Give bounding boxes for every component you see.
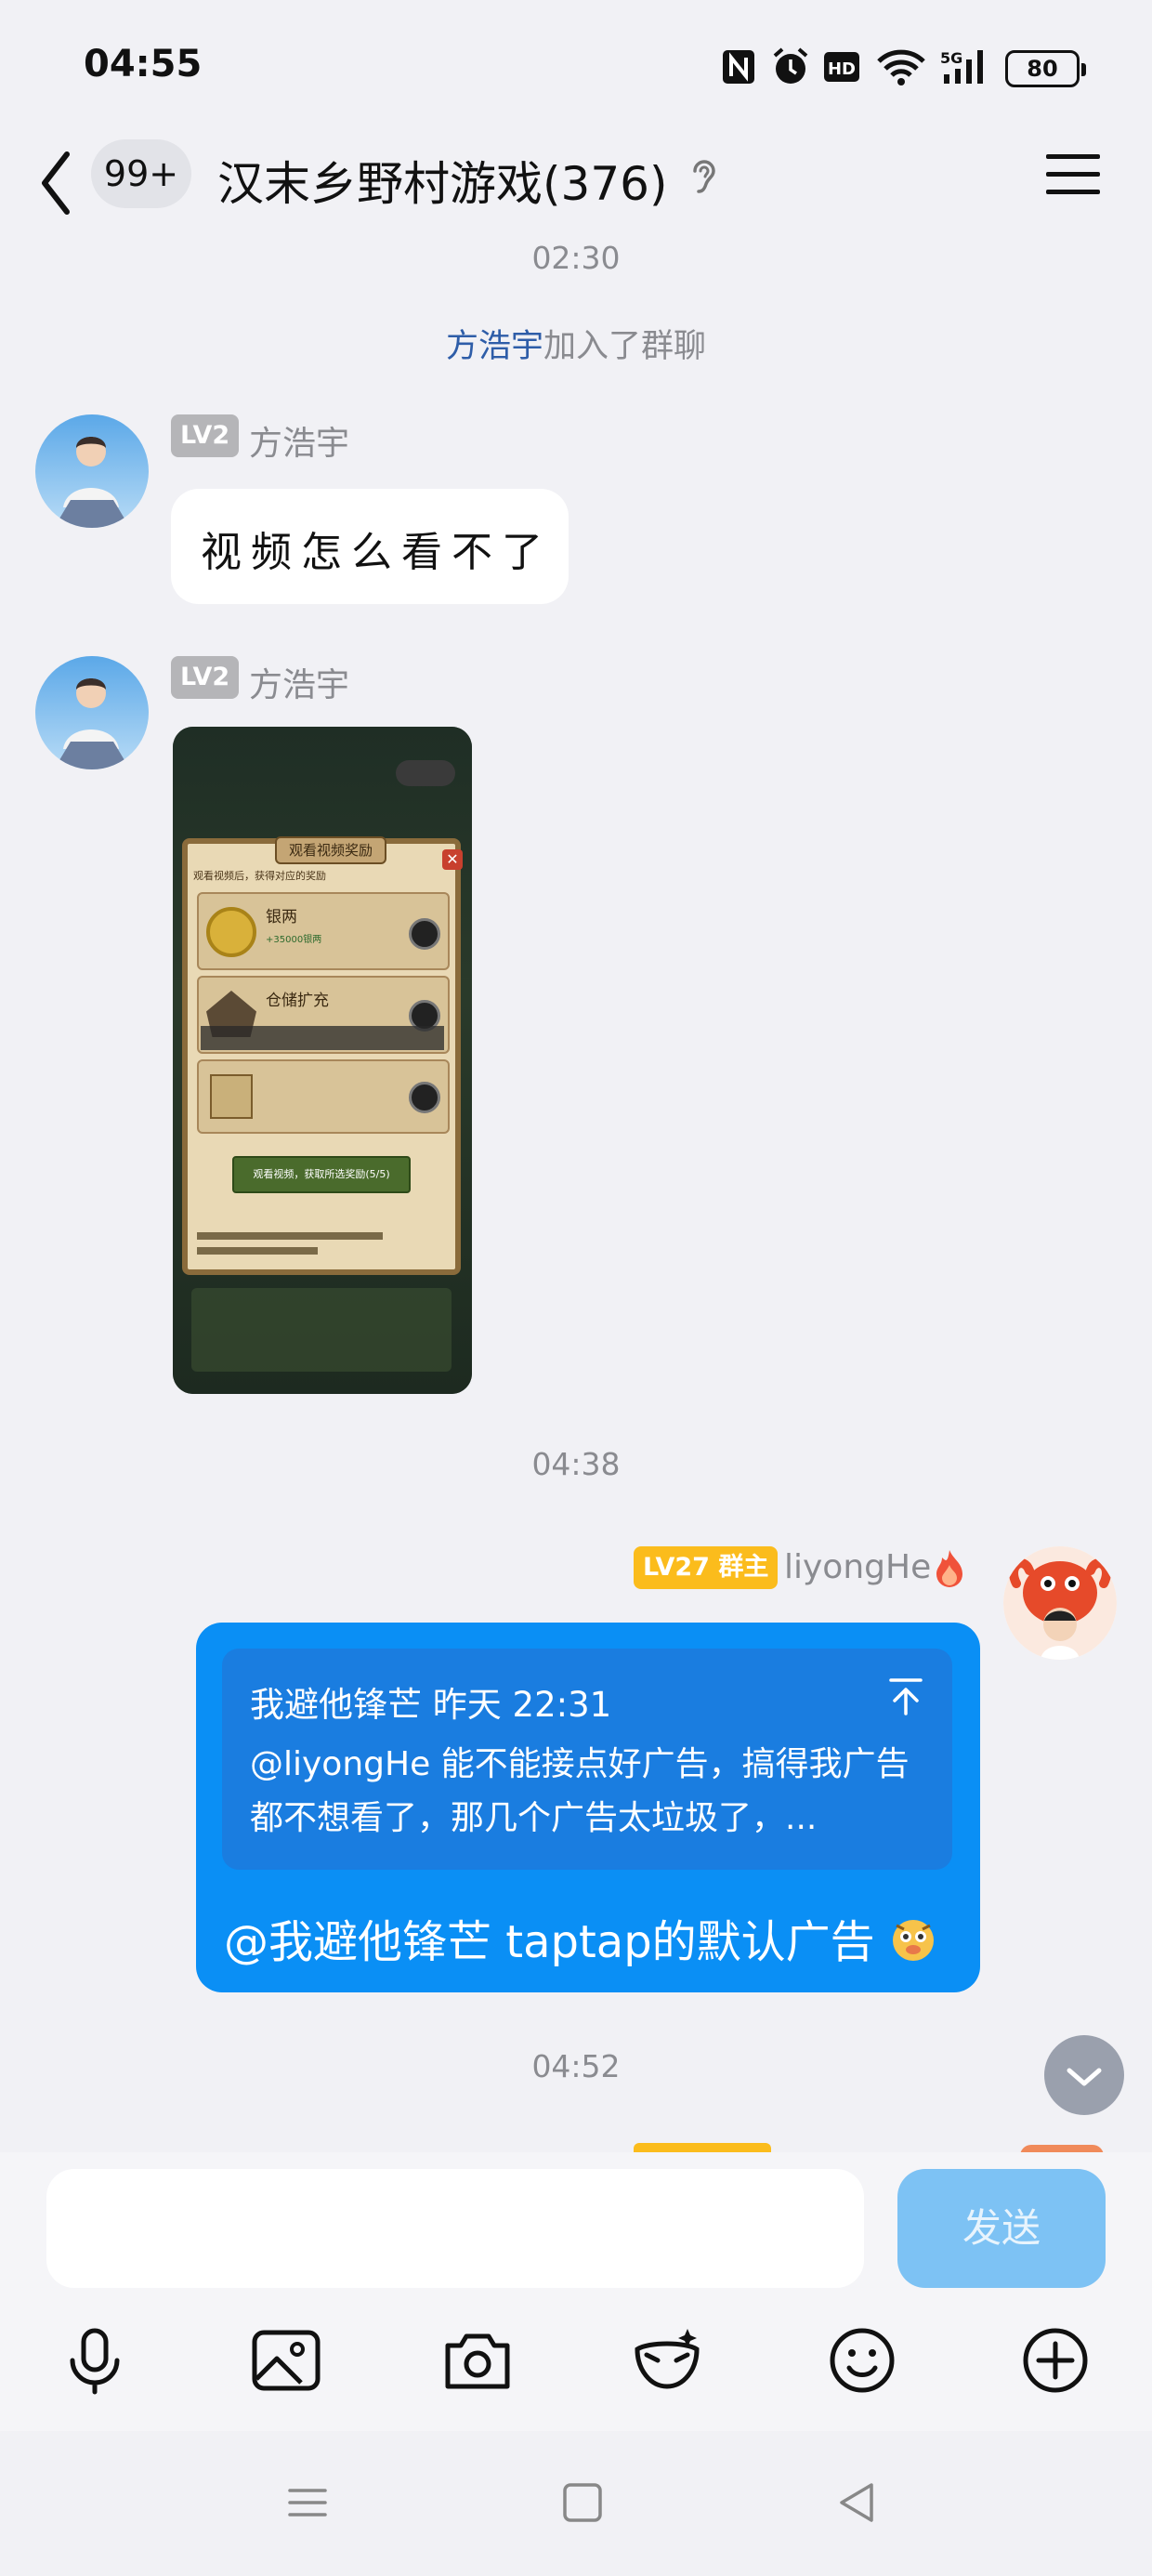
miniapp-capsule: [396, 760, 455, 786]
plus-icon[interactable]: [1018, 2323, 1093, 2398]
quote-header: 我避他锋芒 昨天 22:31: [250, 1676, 611, 1727]
avatar[interactable]: [35, 414, 149, 528]
wifi-icon: [877, 49, 925, 85]
chevron-down-icon: [1067, 2068, 1102, 2086]
fire-icon: [936, 1550, 962, 1587]
battery-indicator: 80: [1005, 50, 1086, 87]
reward-silver-amount: +35000银两: [266, 935, 322, 945]
alarm-icon: [773, 47, 808, 84]
timestamp: 04:52: [531, 2048, 621, 2084]
scroll-icon: [210, 1074, 253, 1119]
quote-text: @liyongHe 能不能接点好广告，搞得我广告都不想看了，那几个广告太垃圾了，…: [250, 1745, 910, 1837]
reply-text: @我避他锋芒 taptap的默认广告: [224, 1916, 875, 1968]
sender-name[interactable]: 方浩宇: [249, 658, 349, 706]
camera-icon[interactable]: [440, 2323, 515, 2398]
send-button[interactable]: 发送: [897, 2169, 1106, 2288]
sender-name[interactable]: 方浩宇: [249, 416, 349, 465]
status-bar: 04:55 HD 5G 80: [0, 0, 1152, 138]
recents-menu-icon[interactable]: [284, 2479, 331, 2526]
message-input[interactable]: [46, 2169, 864, 2288]
ear-mode-icon[interactable]: [686, 156, 723, 197]
game-bottom-bar: [191, 1288, 452, 1372]
back-nav-icon[interactable]: [834, 2479, 881, 2526]
game-toast: [201, 1026, 444, 1050]
emoji-icon[interactable]: [825, 2323, 899, 2398]
emoji-face-icon: [892, 1920, 934, 1961]
jump-to-quote-icon[interactable]: [887, 1676, 924, 1717]
hd-icon: HD: [824, 52, 859, 82]
message-text: @我避他锋芒 taptap的默认广告: [224, 1905, 937, 1970]
image-message[interactable]: 观看视频奖励 ✕ 观看视频后，获得对应的奖励 银两 +35000银两 仓储扩充 …: [173, 727, 472, 1394]
group-title[interactable]: 汉末乡野村游戏(376): [217, 147, 667, 214]
game-dialog: 观看视频奖励 ✕ 观看视频后，获得对应的奖励 银两 +35000银两 仓储扩充 …: [182, 836, 463, 1275]
reward-storage-label: 仓储扩充: [266, 992, 329, 1010]
back-icon[interactable]: [35, 141, 82, 225]
timestamp: 02:30: [531, 240, 621, 276]
join-notice-text: 加入了群聊: [543, 328, 707, 365]
quote-time: 昨天 22:31: [432, 1685, 612, 1725]
nfc-icon: [723, 50, 754, 84]
owner-level-badge: LV27 群主: [634, 1546, 779, 1589]
reward-silver-label: 银两: [266, 908, 297, 927]
status-time: 04:55: [84, 43, 203, 85]
svg-text:HD: HD: [828, 59, 856, 79]
timestamp: 04:38: [531, 1446, 621, 1482]
select-check: [409, 918, 440, 950]
svg-text:5G: 5G: [940, 49, 962, 67]
self-message-bubble[interactable]: 我避他锋芒 昨天 22:31 @liyongHe 能不能接点好广告，搞得我广告都…: [196, 1623, 980, 1992]
reward-row-scroll: [197, 1059, 450, 1134]
self-avatar[interactable]: [1003, 1546, 1117, 1660]
message-bubble[interactable]: 视频怎么看不了: [171, 489, 569, 604]
mask-sticker-icon[interactable]: [630, 2323, 704, 2398]
join-notice: 方浩宇加入了群聊: [0, 320, 1152, 367]
unread-count-badge[interactable]: 99+: [91, 139, 191, 208]
menu-icon[interactable]: [1044, 149, 1102, 201]
select-circle: [409, 1082, 440, 1113]
level-badge: LV2: [171, 414, 240, 457]
footnote-line: [197, 1247, 318, 1255]
image-icon[interactable]: [249, 2323, 323, 2398]
signal-5g-icon: 5G: [940, 49, 983, 84]
sender-name[interactable]: liyongHe: [784, 1548, 931, 1586]
microphone-icon[interactable]: [58, 2323, 132, 2398]
level-badge: LV2: [171, 656, 240, 699]
quote-author: 我避他锋芒: [250, 1685, 422, 1725]
join-notice-user[interactable]: 方浩宇: [446, 328, 543, 365]
reward-row-silver: 银两 +35000银两: [197, 892, 450, 970]
quoted-message[interactable]: 我避他锋芒 昨天 22:31 @liyongHe 能不能接点好广告，搞得我广告都…: [222, 1649, 952, 1870]
scroll-to-bottom-button[interactable]: [1044, 2035, 1124, 2115]
silver-coin-icon: [206, 907, 256, 957]
home-icon[interactable]: [559, 2479, 606, 2526]
game-dialog-subtitle: 观看视频后，获得对应的奖励: [193, 870, 326, 882]
avatar[interactable]: [35, 656, 149, 769]
footnote-line: [197, 1232, 383, 1240]
game-dialog-title: 观看视频奖励: [275, 836, 386, 864]
game-close-icon: ✕: [442, 849, 463, 870]
watch-video-button: 观看视频，获取所选奖励(5/5): [232, 1156, 411, 1193]
message-text: 视频怎么看不了: [201, 529, 552, 576]
